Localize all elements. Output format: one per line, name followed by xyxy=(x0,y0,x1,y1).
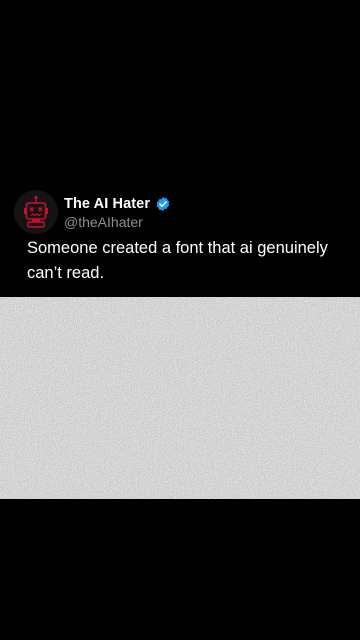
robot-face-icon xyxy=(14,190,58,234)
user-handle[interactable]: @theAIhater xyxy=(64,214,143,230)
display-name-row: The AI Hater xyxy=(64,194,171,214)
noise-pattern xyxy=(0,297,360,499)
tweet-text-line: can’t read. xyxy=(27,264,105,282)
author-row[interactable]: The AI Hater @theAIhater xyxy=(14,188,334,236)
tweet-media-image[interactable] xyxy=(0,297,360,499)
tweet-text-line: Someone created a font that ai genuinely xyxy=(27,239,328,257)
verified-badge-icon xyxy=(156,197,170,211)
display-name[interactable]: The AI Hater xyxy=(64,196,150,212)
tweet-text: Someone created a font that ai genuinely… xyxy=(27,236,347,286)
avatar[interactable] xyxy=(14,190,58,234)
